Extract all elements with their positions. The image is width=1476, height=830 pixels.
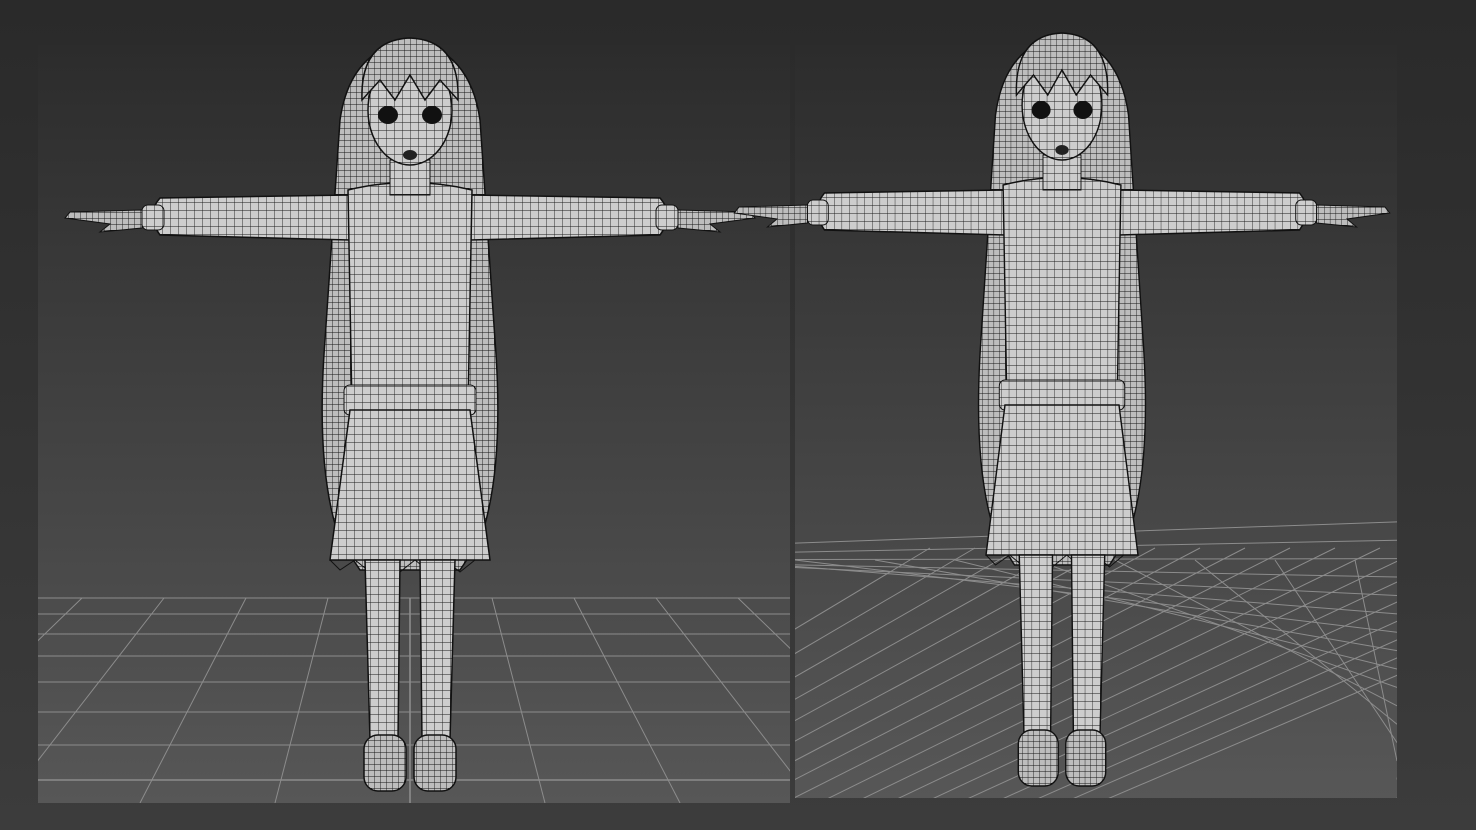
viewport-scene (0, 0, 1476, 830)
